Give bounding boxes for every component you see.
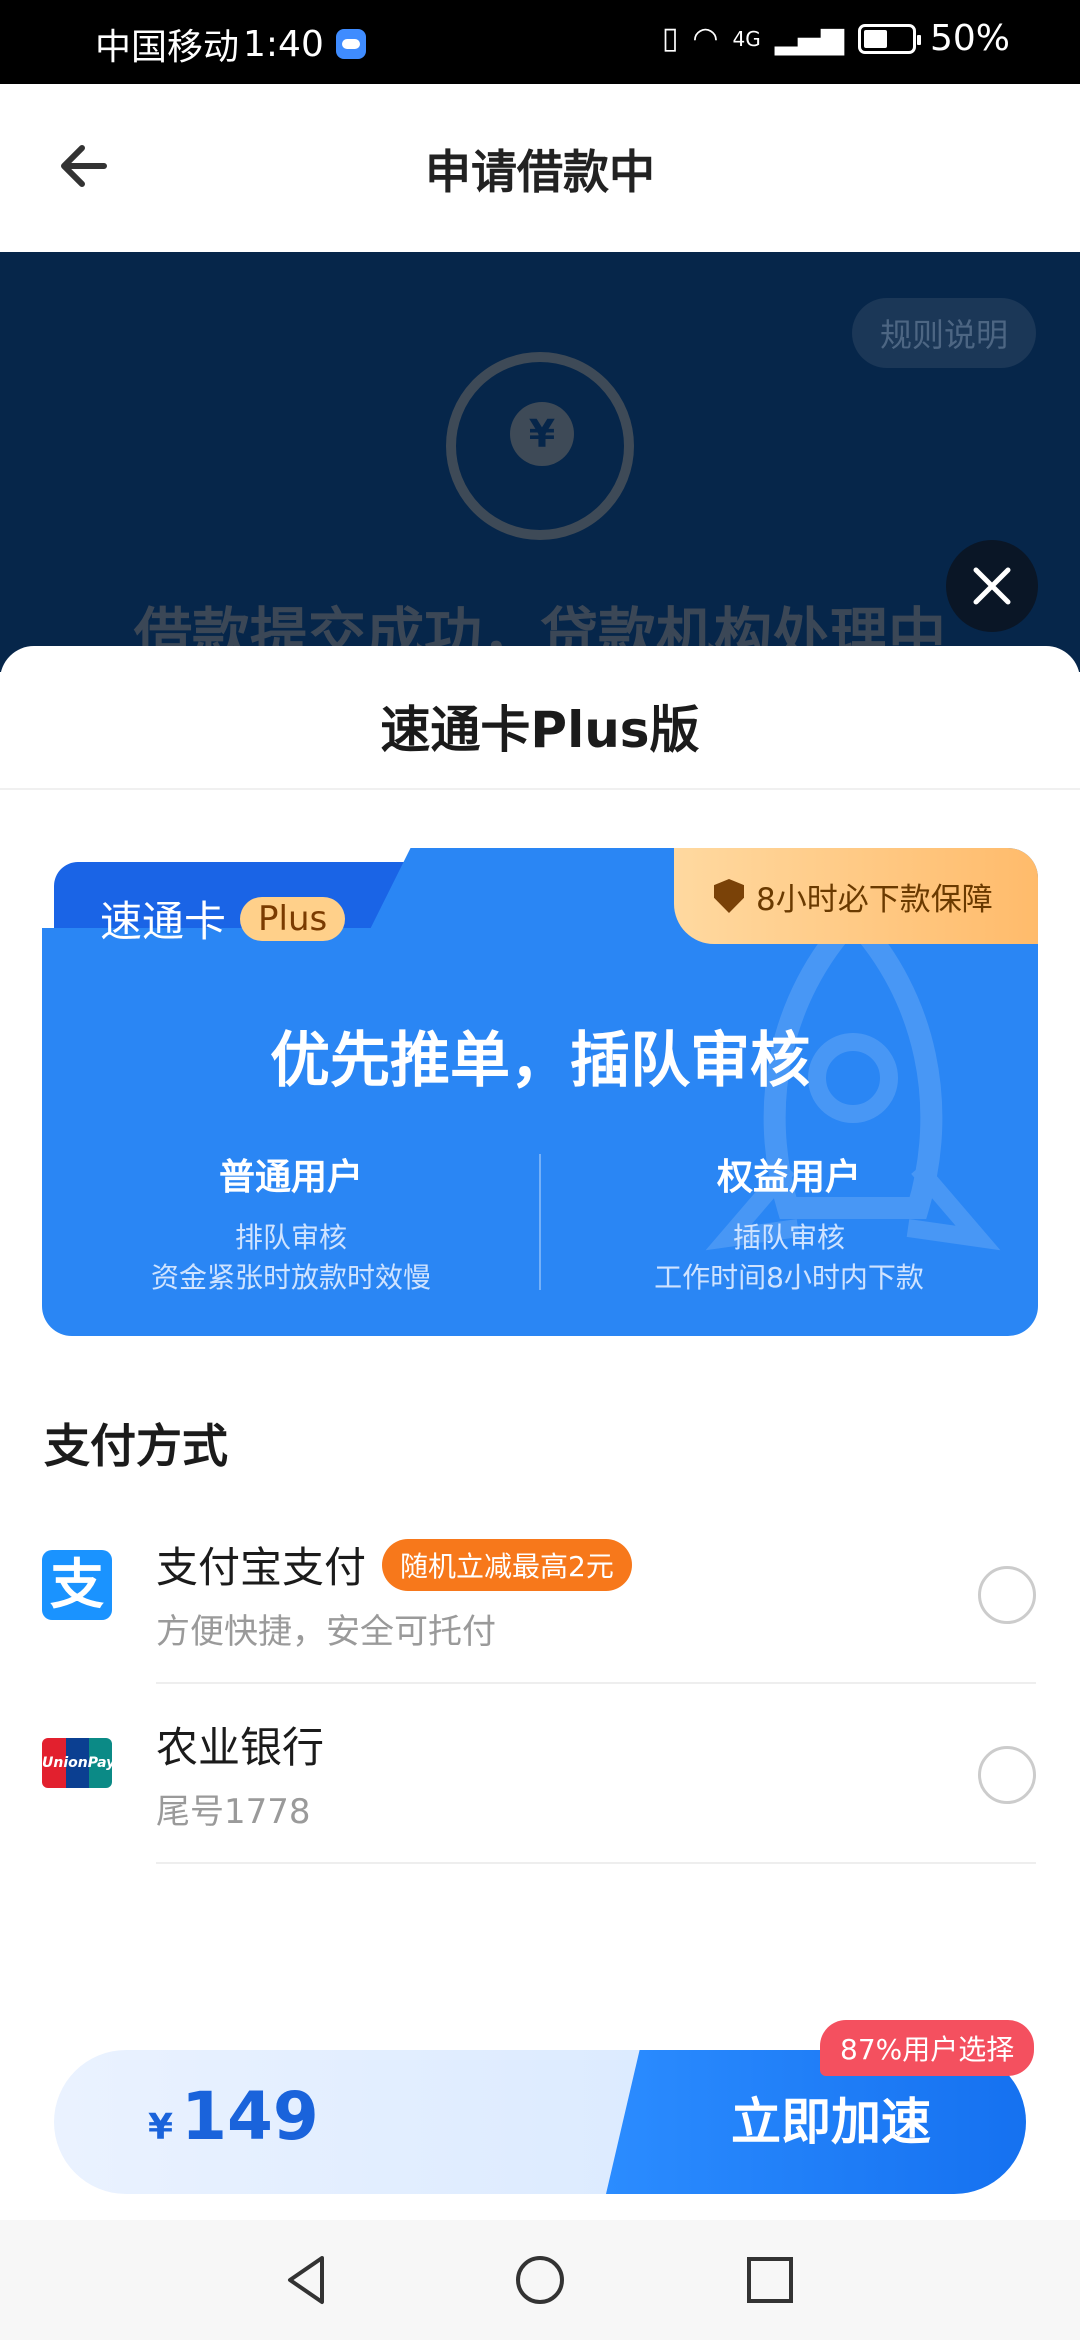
sheet-title: 速通卡Plus版 — [380, 701, 700, 759]
carrier-label: 中国移动 — [95, 27, 240, 68]
status-left: 中国移动 1:40 — [95, 18, 366, 70]
payment-name: 支付宝支付 随机立减最高2元 — [156, 1534, 632, 1595]
vip-user-title: 权益用户 — [716, 1157, 861, 1198]
row-divider — [156, 1862, 1036, 1864]
divider — [0, 788, 1080, 790]
battery-percent: 50% — [929, 18, 1010, 59]
status-right: ▯ ◠ 4G ▂▄▆ 50% — [662, 18, 1010, 59]
shield-icon — [714, 879, 744, 913]
price-display: ¥ 149 — [148, 2078, 319, 2155]
popularity-badge: 87%用户选择 — [820, 2020, 1035, 2076]
wifi-icon: ◠ — [692, 21, 719, 56]
payment-subtitle: 方便快捷，安全可托付 — [156, 1612, 496, 1652]
system-nav-bar — [0, 2220, 1080, 2340]
close-button[interactable] — [946, 540, 1038, 632]
card-headline: 优先推单，插队审核 — [270, 1026, 810, 1096]
network-type-label: 4G — [732, 26, 761, 51]
nav-back-icon[interactable] — [278, 2250, 338, 2310]
vibrate-icon: ▯ — [661, 21, 679, 56]
app-header: 申请借款中 — [0, 84, 1080, 252]
payment-option-bank[interactable]: UnionPay 农业银行 尾号1778 — [0, 1686, 1080, 1864]
unionpay-icon: UnionPay — [42, 1738, 115, 1788]
normal-user-line2: 资金紧张时放款时效慢 — [150, 1261, 431, 1294]
close-icon — [973, 567, 1011, 605]
bottom-sheet: 速通卡Plus版 速通卡 Plus 8小时必下款保障 优先推单，插队审核 普通用… — [0, 646, 1080, 2220]
vip-user-line1: 插队审核 — [732, 1221, 845, 1254]
payment-subtitle: 尾号1778 — [156, 1792, 311, 1832]
vip-user-column: 权益用户 插队审核 工作时间8小时内下款 — [540, 1148, 1038, 1298]
alipay-radio[interactable] — [978, 1566, 1036, 1624]
background-overlay: 规则说明 ¥ 借款提交成功，贷款机构处理中 — [0, 252, 1080, 672]
rules-button[interactable]: 规则说明 — [851, 298, 1036, 368]
status-time: 1:40 — [243, 23, 324, 65]
bank-radio[interactable] — [978, 1746, 1036, 1804]
money-hand-icon: ¥ — [510, 402, 574, 466]
normal-user-line1: 排队审核 — [234, 1221, 347, 1254]
nav-recents-icon[interactable] — [740, 2250, 800, 2310]
payment-name: 农业银行 — [156, 1714, 324, 1775]
payment-name-text: 支付宝支付 — [156, 1543, 367, 1592]
signal-icon: ▂▄▆ — [774, 21, 844, 56]
payment-name-text: 农业银行 — [156, 1723, 325, 1772]
status-bar: 中国移动 1:40 ▯ ◠ 4G ▂▄▆ 50% — [0, 0, 1080, 84]
cloud-icon — [335, 29, 366, 59]
battery-icon — [857, 23, 921, 54]
guarantee-text: 8小时必下款保障 — [756, 881, 993, 918]
normal-user-desc: 排队审核 资金紧张时放款时效慢 — [42, 1218, 540, 1298]
card-tab-label: 速通卡 Plus — [100, 888, 346, 949]
page-title: 申请借款中 — [425, 145, 655, 199]
payment-option-alipay[interactable]: 支 支付宝支付 随机立减最高2元 方便快捷，安全可托付 — [0, 1506, 1080, 1684]
vip-user-line2: 工作时间8小时内下款 — [654, 1261, 924, 1294]
row-divider — [156, 1682, 1036, 1684]
discount-badge: 随机立减最高2元 — [382, 1538, 632, 1591]
payment-section-title: 支付方式 — [44, 1419, 228, 1473]
plus-badge: Plus — [240, 896, 346, 941]
price-amount: 149 — [181, 2078, 319, 2155]
nav-home-icon[interactable] — [510, 2250, 570, 2310]
speed-card: 速通卡 Plus 8小时必下款保障 优先推单，插队审核 普通用户 排队审核 资金… — [42, 848, 1038, 1336]
currency-symbol: ¥ — [148, 2107, 174, 2148]
normal-user-title: 普通用户 — [218, 1157, 363, 1198]
card-brand-label: 速通卡 — [100, 897, 227, 946]
normal-user-column: 普通用户 排队审核 资金紧张时放款时效慢 — [42, 1148, 540, 1298]
alipay-icon: 支 — [42, 1550, 112, 1620]
vip-user-desc: 插队审核 工作时间8小时内下款 — [540, 1218, 1038, 1298]
guarantee-badge: 8小时必下款保障 — [674, 848, 1038, 944]
